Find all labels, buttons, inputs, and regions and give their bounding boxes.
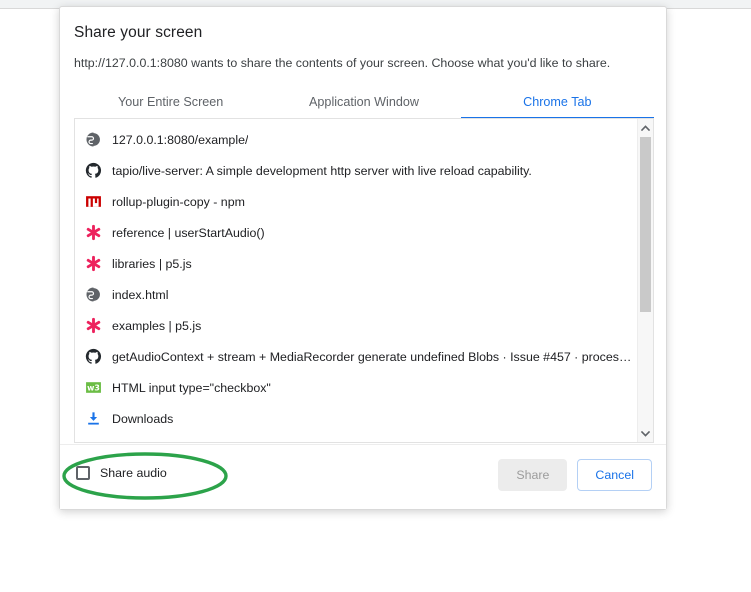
list-item-label: index.html [112,287,169,302]
list-item-label: Downloads [112,411,174,426]
source-list: 127.0.0.1:8080/example/tapio/live-server… [75,119,637,442]
cancel-button[interactable]: Cancel [577,459,652,491]
p5js-icon [83,316,103,336]
list-item-label: HTML input type="checkbox" [112,380,271,395]
dialog-actions: Share Cancel [498,459,652,491]
share-button[interactable]: Share [498,459,568,491]
globe-icon [83,285,103,305]
globe-icon [83,130,103,150]
list-item[interactable]: libraries | p5.js [75,248,637,279]
list-item-label: tapio/live-server: A simple development … [112,163,532,178]
svg-text:w3: w3 [87,384,100,393]
source-list-container: 127.0.0.1:8080/example/tapio/live-server… [74,118,654,443]
list-item[interactable]: tapio/live-server: A simple development … [75,155,637,186]
dialog-description: http://127.0.0.1:8080 wants to share the… [74,56,611,70]
dialog-footer: Share audio Share Cancel [60,444,666,509]
tab-chrome-tab[interactable]: Chrome Tab [460,89,655,120]
list-item-label: getAudioContext + stream + MediaRecorder… [112,349,637,364]
dialog-title: Share your screen [74,24,203,41]
list-item[interactable]: index.html [75,279,637,310]
list-item[interactable]: Downloads [75,403,637,434]
share-audio-label: Share audio [100,466,167,480]
list-item-label: reference | userStartAudio() [112,225,265,240]
list-item-label: rollup-plugin-copy - npm [112,194,245,209]
github-icon [83,347,103,367]
list-item[interactable]: examples | p5.js [75,310,637,341]
scrollbar-thumb[interactable] [640,137,651,312]
tab-your-entire-screen[interactable]: Your Entire Screen [74,89,267,120]
list-item-label: 127.0.0.1:8080/example/ [112,132,249,147]
scroll-down-arrow-icon[interactable] [638,425,653,442]
p5js-icon [83,254,103,274]
list-item[interactable]: rollup-plugin-copy - npm [75,186,637,217]
list-item-label: libraries | p5.js [112,256,192,271]
download-icon [83,409,103,429]
list-item[interactable]: getAudioContext + stream + MediaRecorder… [75,341,637,372]
scroll-up-arrow-icon[interactable] [638,119,653,136]
share-screen-dialog: Share your screen http://127.0.0.1:8080 … [59,6,667,510]
tab-application-window[interactable]: Application Window [267,89,460,120]
p5js-icon [83,223,103,243]
source-list-scrollbar[interactable] [637,119,653,442]
source-type-tabs: Your Entire Screen Application Window Ch… [74,89,655,120]
list-item[interactable]: 127.0.0.1:8080/example/ [75,124,637,155]
list-item-label: examples | p5.js [112,318,202,333]
npm-icon [83,192,103,212]
share-audio-checkbox[interactable]: Share audio [76,466,167,480]
list-item[interactable]: reference | userStartAudio() [75,217,637,248]
checkbox-box-icon[interactable] [76,466,90,480]
list-item[interactable]: w3 HTML input type="checkbox" [75,372,637,403]
w3schools-icon: w3 [83,378,103,398]
github-icon [83,161,103,181]
